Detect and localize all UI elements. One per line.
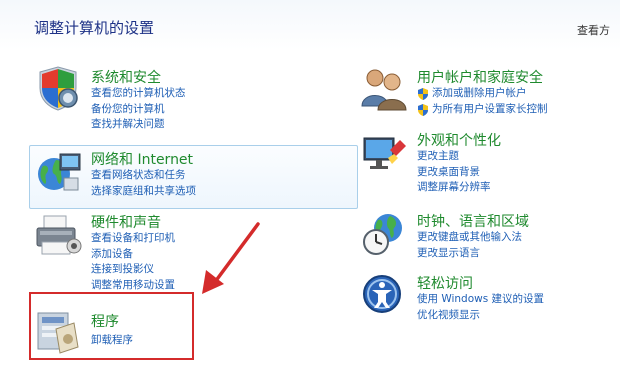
category-user-accounts[interactable]: 用户帐户和家庭安全 添加或删除用户帐户 为所有用户设置家长控制 bbox=[360, 64, 620, 124]
category-system-security[interactable]: 系统和安全 查看您的计算机状态 备份您的计算机 查找并解决问题 bbox=[34, 64, 334, 142]
annotation-highlight-box bbox=[29, 292, 194, 360]
uac-shield-icon bbox=[418, 88, 428, 100]
link-label[interactable]: 添加或删除用户帐户 bbox=[432, 87, 527, 99]
link-label[interactable]: 为所有用户设置家长控制 bbox=[432, 103, 548, 115]
category-hardware-sound[interactable]: 硬件和声音 查看设备和打印机 添加设备 连接到投影仪 调整常用移动设置 bbox=[34, 212, 334, 302]
link-optimize-display[interactable]: 优化视频显示 bbox=[417, 308, 544, 324]
link-check-status[interactable]: 查看您的计算机状态 bbox=[91, 86, 186, 102]
link-projector[interactable]: 连接到投影仪 bbox=[91, 262, 175, 278]
annotation-arrow-icon bbox=[202, 222, 260, 294]
link-screen-resolution[interactable]: 调整屏幕分辨率 bbox=[417, 180, 491, 196]
link-desktop-background[interactable]: 更改桌面背景 bbox=[417, 165, 491, 181]
link-devices-printers[interactable]: 查看设备和打印机 bbox=[91, 231, 175, 247]
category-title[interactable]: 硬件和声音 bbox=[91, 212, 161, 232]
link-parental-controls[interactable]: 为所有用户设置家长控制 bbox=[417, 102, 548, 118]
category-title[interactable]: 用户帐户和家庭安全 bbox=[417, 67, 543, 87]
link-windows-recommended[interactable]: 使用 Windows 建议的设置 bbox=[417, 292, 544, 308]
printer-icon bbox=[36, 215, 82, 255]
category-title[interactable]: 系统和安全 bbox=[91, 67, 161, 87]
category-title[interactable]: 网络和 Internet bbox=[91, 149, 193, 169]
link-troubleshoot[interactable]: 查找并解决问题 bbox=[91, 117, 186, 133]
link-change-theme[interactable]: 更改主题 bbox=[417, 149, 491, 165]
clock-globe-icon bbox=[363, 214, 402, 255]
ease-of-access-icon bbox=[363, 275, 401, 313]
page-title: 调整计算机的设置 bbox=[34, 19, 155, 37]
category-clock-language[interactable]: 时钟、语言和区域 更改键盘或其他输入法 更改显示语言 bbox=[360, 210, 620, 268]
category-title[interactable]: 轻松访问 bbox=[417, 273, 473, 293]
link-mobility[interactable]: 调整常用移动设置 bbox=[91, 278, 175, 294]
category-title[interactable]: 外观和个性化 bbox=[417, 130, 501, 150]
link-change-keyboard[interactable]: 更改键盘或其他输入法 bbox=[417, 230, 522, 246]
appearance-monitor-icon bbox=[363, 137, 406, 169]
category-network[interactable]: 网络和 Internet 查看网络状态和任务 选择家庭组和共享选项 bbox=[34, 148, 334, 204]
shield-icon bbox=[39, 66, 78, 111]
network-globe-icon bbox=[38, 153, 81, 191]
view-by-label[interactable]: 查看方 bbox=[577, 22, 610, 38]
category-ease-of-access[interactable]: 轻松访问 使用 Windows 建议的设置 优化视频显示 bbox=[360, 272, 620, 330]
link-backup[interactable]: 备份您的计算机 bbox=[91, 102, 186, 118]
uac-shield-icon bbox=[418, 103, 428, 116]
link-homegroup[interactable]: 选择家庭组和共享选项 bbox=[91, 184, 196, 200]
link-display-language[interactable]: 更改显示语言 bbox=[417, 246, 522, 262]
users-icon bbox=[361, 69, 407, 111]
category-title[interactable]: 时钟、语言和区域 bbox=[417, 211, 529, 231]
link-network-status[interactable]: 查看网络状态和任务 bbox=[91, 168, 196, 184]
link-add-device[interactable]: 添加设备 bbox=[91, 247, 175, 263]
link-add-remove-accounts[interactable]: 添加或删除用户帐户 bbox=[417, 86, 548, 102]
category-appearance[interactable]: 外观和个性化 更改主题 更改桌面背景 调整屏幕分辨率 bbox=[360, 128, 620, 200]
